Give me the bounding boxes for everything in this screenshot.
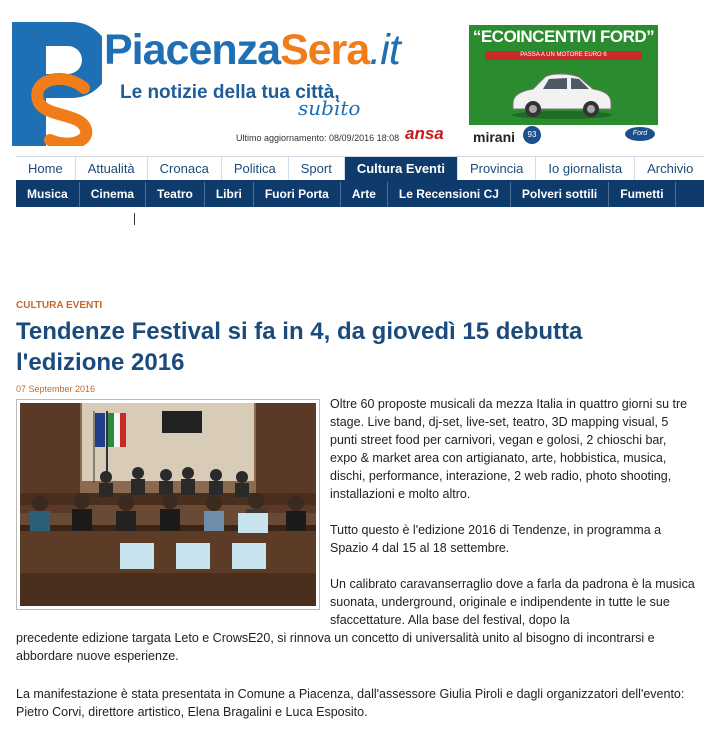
nav-item-home[interactable]: Home <box>16 157 76 180</box>
article-photo[interactable] <box>16 399 320 610</box>
subnav-item-fumetti[interactable]: Fumetti <box>609 182 676 207</box>
sub-navigation: Musica Cinema Teatro Libri Fuori Porta A… <box>16 182 704 207</box>
nav-item-cronaca[interactable]: Cronaca <box>148 157 222 180</box>
ansa-logo-text: ansa <box>405 124 444 143</box>
nav-item-politica[interactable]: Politica <box>222 157 289 180</box>
site-logo-icon[interactable] <box>12 22 102 146</box>
subnav-item-arte[interactable]: Arte <box>341 182 388 207</box>
subnav-item-libri[interactable]: Libri <box>205 182 254 207</box>
nav-item-attualita[interactable]: Attualità <box>76 157 148 180</box>
press-conference-photo-icon <box>20 403 316 606</box>
ad-headline: “ECOINCENTIVI FORD” <box>472 27 655 46</box>
ad-dealer-strip[interactable]: mirani 93 Ford <box>469 125 658 147</box>
article-paragraph-3-start: Un calibrato caravanserraglio dove a far… <box>330 577 695 627</box>
nav-item-cultura-eventi[interactable]: Cultura Eventi <box>344 157 458 180</box>
nav-item-io-giornalista[interactable]: Io giornalista <box>536 157 636 180</box>
article-title: Tendenze Festival si fa in 4, da giovedì… <box>16 318 583 376</box>
nav-item-sport[interactable]: Sport <box>289 157 345 180</box>
subnav-item-musica[interactable]: Musica <box>16 182 80 207</box>
article-paragraph-4: La manifestazione è stata presentata in … <box>16 687 685 719</box>
ford-logo: Ford <box>625 127 655 141</box>
car-image-icon <box>512 73 612 119</box>
brand-part-sera: Sera <box>280 26 370 74</box>
subnav-item-teatro[interactable]: Teatro <box>146 182 205 207</box>
article-date: 07 September 2016 <box>16 384 96 394</box>
last-update-text: Ultimo aggiornamento: 08/09/2016 18:08 <box>236 133 400 143</box>
subnav-item-cinema[interactable]: Cinema <box>80 182 147 207</box>
nav-item-provincia[interactable]: Provincia <box>458 157 537 180</box>
nav-item-archivio[interactable]: Archivio <box>635 157 704 180</box>
article-category[interactable]: CULTURA EVENTI <box>16 300 102 311</box>
dealer-badge: 93 <box>523 126 541 144</box>
article-paragraph-2: Tutto questo è l'edizione 2016 di Tenden… <box>330 523 662 555</box>
ford-ad-banner[interactable]: “ECOINCENTIVI FORD” PASSA A UN MOTORE EU… <box>469 25 658 125</box>
text-cursor <box>134 213 135 225</box>
subnav-item-recensioni-cj[interactable]: Le Recensioni CJ <box>388 182 511 207</box>
site-tagline-suffix: subito <box>298 96 361 120</box>
ad-subline: PASSA A UN MOTORE EURO 6 <box>485 51 642 60</box>
brand-part-piacenza: Piacenza <box>104 26 281 74</box>
main-navigation: Home Attualità Cronaca Politica Sport Cu… <box>16 156 704 182</box>
subnav-item-fuori-porta[interactable]: Fuori Porta <box>254 182 341 207</box>
article-paragraph-1: Oltre 60 proposte musicali da mezza Ital… <box>330 397 688 501</box>
article-paragraph-3-end: precedente edizione targata Leto e Crows… <box>16 631 655 663</box>
dealer-name: mirani <box>473 129 516 145</box>
site-brand-name[interactable]: PiacenzaSera.it <box>104 26 401 75</box>
brand-part-tld: .it <box>369 26 400 74</box>
ansa-logo[interactable]: ansa <box>405 122 459 144</box>
site-header: PiacenzaSera.it Le notizie della tua cit… <box>0 0 704 152</box>
subnav-item-polveri-sottili[interactable]: Polveri sottili <box>511 182 610 207</box>
